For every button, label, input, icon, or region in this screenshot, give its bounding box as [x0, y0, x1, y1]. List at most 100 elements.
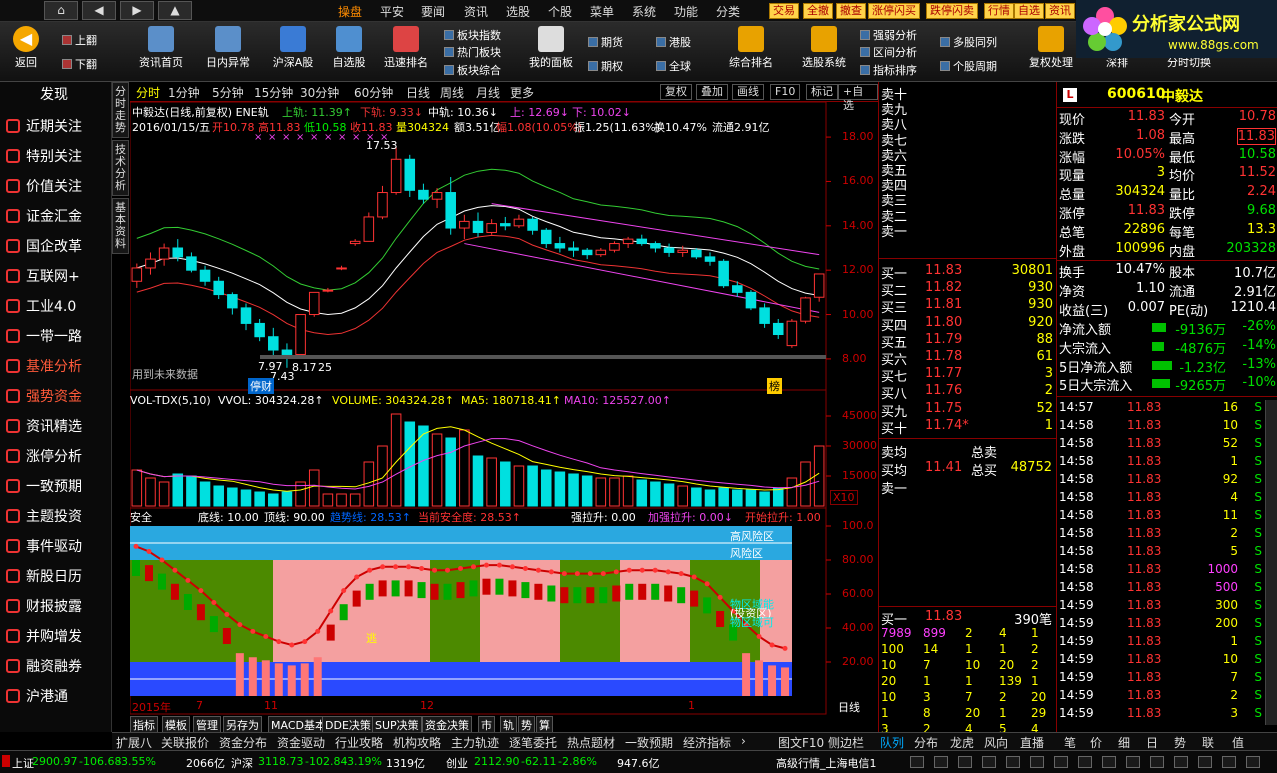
period-tab[interactable]: 分时	[136, 84, 160, 101]
status-tool-icon[interactable]	[1222, 756, 1236, 768]
sidebar-item[interactable]: 基准分析	[6, 352, 110, 382]
right-panel-tab[interactable]: 龙虎	[950, 734, 974, 751]
sidebar-item[interactable]: 沪港通	[6, 682, 110, 712]
status-tool-icon[interactable]	[1006, 756, 1020, 768]
bottom-tab[interactable]: 关联报价	[161, 734, 209, 751]
sidebar-item[interactable]: 主题投资	[6, 502, 110, 532]
menu-item[interactable]: 平安	[380, 3, 404, 20]
status-tool-icon[interactable]	[1174, 756, 1188, 768]
sidebar-item[interactable]: 一致预期	[6, 472, 110, 502]
toolbar-button[interactable]: 迅速排名	[378, 26, 434, 70]
status-tool-icon[interactable]	[1078, 756, 1092, 768]
toolbar-button[interactable]: 沪深A股	[268, 26, 318, 70]
page-down-button[interactable]: 下翻	[62, 56, 97, 72]
period-tab[interactable]: 5分钟	[212, 84, 244, 101]
tick-scrollbar[interactable]	[1265, 400, 1277, 725]
bottom-tab[interactable]: 热点题材	[567, 734, 615, 751]
quick-button[interactable]: 涨停闪买	[868, 3, 920, 19]
status-tool-icon[interactable]	[1126, 756, 1140, 768]
right-panel-tab[interactable]: 价	[1090, 734, 1102, 751]
right-panel-tab[interactable]: 值	[1232, 734, 1244, 751]
vertical-tab[interactable]: 分时走势	[112, 82, 129, 138]
quick-button[interactable]: 撤查	[836, 3, 866, 19]
bottom-tab[interactable]: 主力轨迹	[451, 734, 499, 751]
back-button[interactable]: ◀ 返回	[8, 26, 44, 70]
menu-item[interactable]: 选股	[506, 3, 530, 20]
bottom-tab[interactable]: 图文F10	[778, 734, 824, 751]
bottom-tab[interactable]: 机构攻略	[393, 734, 441, 751]
toolbar-button[interactable]: 资讯首页	[133, 26, 189, 70]
toolbar-small-button[interactable]: 期权	[588, 58, 623, 74]
bottom-tab[interactable]: 行业攻略	[335, 734, 383, 751]
toolbar-button[interactable]: 自选股	[326, 26, 372, 70]
toolbar-button[interactable]: 综合排名	[722, 26, 780, 70]
sidebar-item[interactable]: 资讯精选	[6, 412, 110, 442]
right-panel-tab[interactable]: 风向	[984, 734, 1008, 751]
right-panel-tab[interactable]: 势	[1174, 734, 1186, 751]
status-tool-icon[interactable]	[1054, 756, 1068, 768]
toolbar-small-button[interactable]: 期货	[588, 34, 623, 50]
chart-tool-button[interactable]: 复权	[660, 84, 692, 100]
toolbar-small-button[interactable]: 板块指数	[444, 27, 501, 43]
toolbar-small-button[interactable]: 多股同列	[940, 34, 997, 50]
toolbar-button[interactable]: 我的面板	[525, 26, 577, 70]
sidebar-item[interactable]: 并购增发	[6, 622, 110, 652]
period-tab[interactable]: 60分钟	[354, 84, 393, 101]
sidebar-item[interactable]: 财报披露	[6, 592, 110, 622]
right-panel-tab[interactable]: 直播	[1020, 734, 1044, 751]
status-tool-icon[interactable]	[1246, 756, 1260, 768]
sidebar-item[interactable]: 国企改革	[6, 232, 110, 262]
toolbar-small-button[interactable]: 全球	[656, 58, 691, 74]
status-tool-icon[interactable]	[1030, 756, 1044, 768]
quick-button[interactable]: 自选	[1014, 3, 1044, 19]
menu-item[interactable]: 要闻	[421, 3, 445, 20]
menu-item[interactable]: 系统	[632, 3, 656, 20]
sidebar-item[interactable]: 融资融券	[6, 652, 110, 682]
sidebar-item[interactable]: 证金汇金	[6, 202, 110, 232]
status-tool-icon[interactable]	[910, 756, 924, 768]
bottom-tab[interactable]: 资金驱动	[277, 734, 325, 751]
period-tab[interactable]: 1分钟	[168, 84, 200, 101]
quick-button[interactable]: 跌停闪卖	[926, 3, 978, 19]
chart-tool-button[interactable]: F10	[770, 84, 801, 100]
quick-button[interactable]: 交易	[769, 3, 799, 19]
period-tab[interactable]: 月线	[476, 84, 500, 101]
bottom-tab[interactable]: 逐笔委托	[509, 734, 557, 751]
home-button[interactable]: ⌂	[44, 1, 78, 20]
status-tool-icon[interactable]	[1198, 756, 1212, 768]
sidebar-item[interactable]: 强势资金	[6, 382, 110, 412]
sidebar-item[interactable]: 互联网+	[6, 262, 110, 292]
toolbar-small-button[interactable]: 热门板块	[444, 44, 501, 60]
status-tool-icon[interactable]	[958, 756, 972, 768]
right-panel-tab[interactable]: 日	[1146, 734, 1158, 751]
menu-item[interactable]: 功能	[674, 3, 698, 20]
period-tab[interactable]: 周线	[440, 84, 464, 101]
sidebar-item[interactable]: 一带一路	[6, 322, 110, 352]
toolbar-small-button[interactable]: 区间分析	[860, 44, 917, 60]
sidebar-item[interactable]: 近期关注	[6, 112, 110, 142]
status-tool-icon[interactable]	[934, 756, 948, 768]
quick-button[interactable]: 全撤	[803, 3, 833, 19]
period-tab[interactable]: 30分钟	[300, 84, 339, 101]
vertical-tab[interactable]: 基本资料	[112, 198, 129, 254]
right-panel-tab[interactable]: 联	[1202, 734, 1214, 751]
right-panel-tab[interactable]: 笔	[1064, 734, 1076, 751]
back-button[interactable]: ◀	[82, 1, 116, 20]
chart-tool-button[interactable]: 画线	[732, 84, 764, 100]
toolbar-small-button[interactable]: 指标排序	[860, 62, 917, 78]
period-tab[interactable]: 15分钟	[254, 84, 293, 101]
toolbar-small-button[interactable]: 个股周期	[940, 58, 997, 74]
bottom-tab[interactable]: 经济指标	[683, 734, 731, 751]
period-tab[interactable]: 更多	[510, 84, 534, 101]
sidebar-item[interactable]: 特别关注	[6, 142, 110, 172]
bottom-tab[interactable]: 扩展八	[116, 734, 152, 751]
bottom-tab[interactable]: 侧边栏	[828, 734, 864, 751]
status-tool-icon[interactable]	[982, 756, 996, 768]
menu-item[interactable]: 个股	[548, 3, 572, 20]
menu-item[interactable]: 菜单	[590, 3, 614, 20]
menu-item[interactable]: 资讯	[464, 3, 488, 20]
toolbar-small-button[interactable]: 板块综合	[444, 62, 501, 78]
toolbar-small-button[interactable]: 强弱分析	[860, 27, 917, 43]
right-panel-tab[interactable]: 队列	[880, 734, 904, 751]
toolbar-button[interactable]: 选股系统	[795, 26, 853, 70]
